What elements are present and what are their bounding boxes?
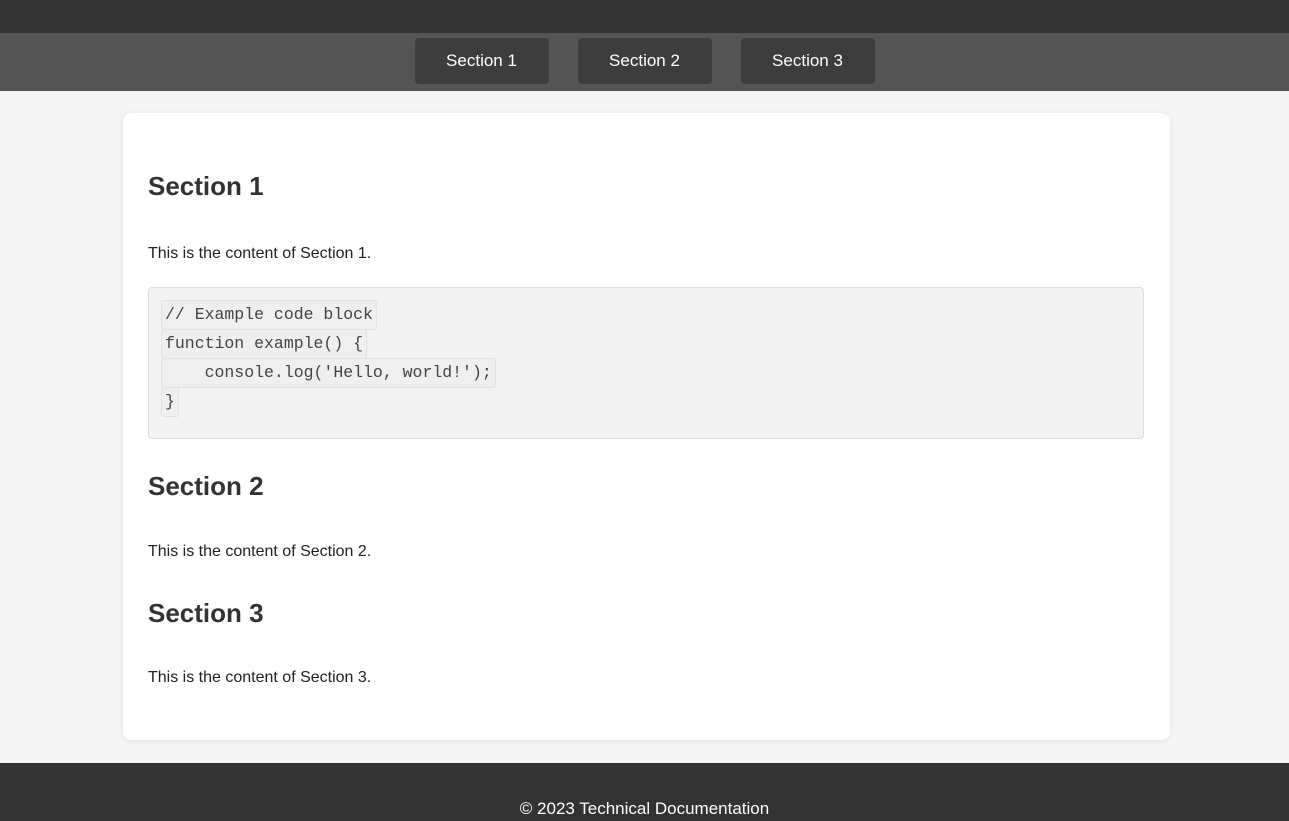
- nav-section-1-button[interactable]: Section 1: [414, 38, 549, 84]
- section-1-title: Section 1: [148, 171, 264, 201]
- footer-text: © 2023 Technical Documentation: [519, 799, 770, 818]
- code-line: function example() {: [161, 329, 368, 359]
- content-card: Section 1 This is the content of Section…: [123, 113, 1170, 740]
- section-3-text: This is the content of Section 3.: [148, 669, 372, 686]
- code-line: // Example code block: [161, 300, 377, 330]
- section-2-text: This is the content of Section 2.: [148, 543, 372, 560]
- code-block: // Example code block function example()…: [148, 287, 1144, 439]
- code-line: console.log('Hello, world!');: [161, 358, 496, 388]
- nav-section-2-button[interactable]: Section 2: [577, 38, 712, 84]
- code-line: }: [161, 387, 179, 417]
- nav-section-3-button[interactable]: Section 3: [740, 38, 875, 84]
- section-1-text: This is the content of Section 1.: [148, 245, 372, 262]
- main-nav: Section 1 Section 2 Section 3: [0, 33, 1289, 91]
- footer: © 2023 Technical Documentation: [0, 763, 1289, 821]
- section-3-title: Section 3: [148, 598, 264, 628]
- top-bar: [0, 0, 1289, 33]
- section-2-title: Section 2: [148, 471, 264, 501]
